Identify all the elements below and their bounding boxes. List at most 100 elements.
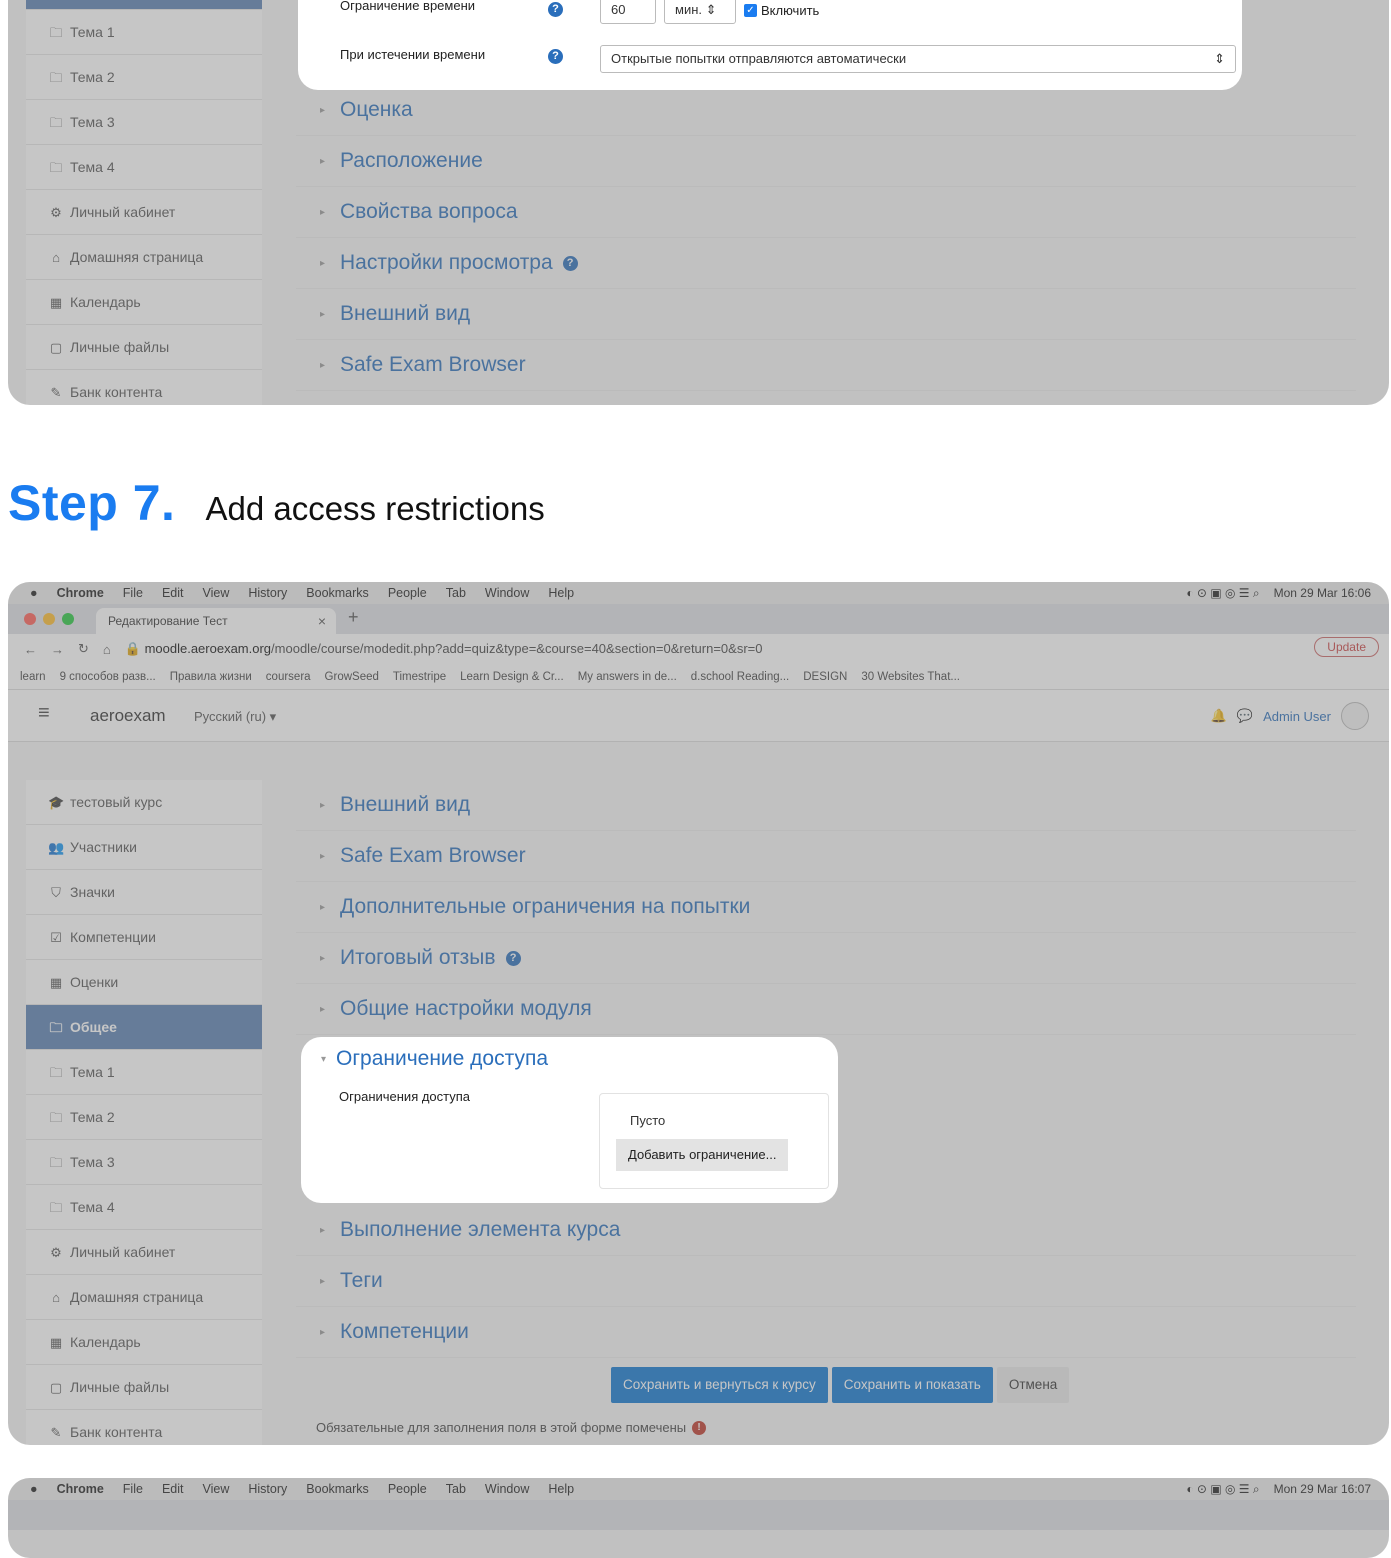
menu-item[interactable]: View bbox=[203, 586, 230, 600]
time-limit-input[interactable]: 60 bbox=[600, 0, 656, 24]
time-unit-select[interactable]: мин. ⇕ bbox=[664, 0, 736, 24]
chat-icon[interactable]: 💬 bbox=[1237, 708, 1253, 724]
menu-item[interactable]: Tab bbox=[446, 586, 466, 600]
sidebar-item[interactable]: ✎ Банк контента bbox=[26, 1410, 262, 1445]
sidebar-item[interactable]: 🗀 Тема 4 bbox=[26, 1185, 262, 1230]
new-tab-icon[interactable]: + bbox=[348, 607, 359, 628]
sidebar-item[interactable]: 🗀 Тема 3 bbox=[26, 1140, 262, 1185]
save-show-button[interactable]: Сохранить и показать bbox=[831, 1367, 993, 1403]
language-menu[interactable]: Русский (ru) ▾ bbox=[194, 709, 276, 725]
sidebar-item[interactable]: 🗀 Тема 4 bbox=[26, 145, 262, 190]
bookmark-item[interactable]: d.school Reading... bbox=[691, 671, 789, 683]
menu-item[interactable]: History bbox=[248, 586, 287, 600]
menu-item[interactable]: File bbox=[123, 586, 143, 600]
sidebar-item[interactable]: ▢ Личные файлы bbox=[26, 1365, 262, 1410]
sidebar-item[interactable]: ▢ Личные файлы bbox=[26, 325, 262, 370]
sidebar-item[interactable]: 🗀 Тема 1 bbox=[26, 1050, 262, 1095]
close-window-button[interactable] bbox=[24, 613, 36, 625]
forward-icon[interactable]: → bbox=[51, 642, 64, 657]
form-section-header[interactable]: ▸ Внешний вид bbox=[296, 780, 1356, 831]
access-restriction-title[interactable]: Ограничение доступа bbox=[336, 1047, 548, 1071]
help-icon[interactable]: ? bbox=[548, 49, 563, 64]
sidebar-item[interactable]: 🗀 Общее bbox=[26, 1005, 262, 1050]
sidebar-item[interactable]: ☑ Компетенции bbox=[26, 915, 262, 960]
reload-icon[interactable]: ↻ bbox=[78, 641, 89, 657]
sidebar-item[interactable]: ⚙ Личный кабинет bbox=[26, 1230, 262, 1275]
help-icon[interactable]: ? bbox=[505, 950, 521, 966]
help-icon[interactable]: ? bbox=[548, 2, 563, 17]
form-section-header[interactable]: ▸ Настройки просмотра? bbox=[296, 238, 1356, 289]
zoom-window-button[interactable] bbox=[62, 613, 74, 625]
form-section-header[interactable]: ▸ Оценка bbox=[296, 85, 1356, 136]
home-icon[interactable]: ⌂ bbox=[103, 642, 111, 657]
sidebar-item[interactable]: ✎ Банк контента bbox=[26, 370, 262, 405]
bookmark-item[interactable]: Learn Design & Cr... bbox=[460, 671, 564, 683]
bell-icon[interactable]: 🔔 bbox=[1211, 708, 1227, 724]
bookmark-item[interactable]: learn bbox=[20, 671, 46, 683]
sidebar-item[interactable]: 🗀 Тема 1 bbox=[26, 10, 262, 55]
form-section-header[interactable]: ▸ Свойства вопроса bbox=[296, 187, 1356, 238]
bookmark-item[interactable]: Timestripe bbox=[393, 671, 446, 683]
menu-item[interactable]: Chrome bbox=[57, 586, 104, 600]
form-section-header[interactable]: ▸ Safe Exam Browser bbox=[296, 340, 1356, 391]
save-return-button[interactable]: Сохранить и вернуться к курсу bbox=[611, 1367, 828, 1403]
form-section-header[interactable]: ▸ Safe Exam Browser bbox=[296, 831, 1356, 882]
update-button[interactable]: Update bbox=[1314, 637, 1379, 657]
bookmark-item[interactable]: My answers in de... bbox=[578, 671, 677, 683]
sidebar-item[interactable]: 🗀 Тема 2 bbox=[26, 55, 262, 100]
bookmark-item[interactable]: GrowSeed bbox=[325, 671, 379, 683]
menu-item[interactable]: Bookmarks bbox=[306, 586, 369, 600]
sidebar-item[interactable]: ▦ Календарь bbox=[26, 1320, 262, 1365]
form-section-header[interactable]: ▸ Расположение bbox=[296, 136, 1356, 187]
on-expire-select[interactable]: Открытые попытки отправляются автоматиче… bbox=[600, 45, 1236, 73]
menu-item[interactable]: Help bbox=[548, 586, 574, 600]
menu-item[interactable]: People bbox=[388, 1482, 427, 1496]
sidebar-item[interactable]: 🗀 Тема 3 bbox=[26, 100, 262, 145]
form-section-header[interactable]: ▸ Дополнительные ограничения на попытки bbox=[296, 882, 1356, 933]
menu-item[interactable]: Help bbox=[548, 1482, 574, 1496]
menu-item[interactable]: Window bbox=[485, 586, 529, 600]
menu-item[interactable]: Edit bbox=[162, 586, 184, 600]
menu-item[interactable]: Chrome bbox=[57, 1482, 104, 1496]
bookmark-item[interactable]: DESIGN bbox=[803, 671, 847, 683]
form-section-header[interactable]: ▸ Выполнение элемента курса bbox=[296, 1205, 1356, 1256]
expanded-caret-icon[interactable]: ▾ bbox=[321, 1054, 326, 1065]
menu-item[interactable]: History bbox=[248, 1482, 287, 1496]
bookmark-item[interactable]: Правила жизни bbox=[170, 671, 252, 683]
user-name[interactable]: Admin User bbox=[1263, 709, 1331, 724]
form-section-header[interactable]: ▸ Общие настройки модуля bbox=[296, 984, 1356, 1035]
menu-item[interactable]: Edit bbox=[162, 1482, 184, 1496]
site-brand[interactable]: aeroexam bbox=[90, 706, 166, 726]
enable-checkbox[interactable]: ✓ bbox=[744, 3, 757, 17]
sidebar-item[interactable]: ⌂ Домашняя страница bbox=[26, 235, 262, 280]
back-icon[interactable]: ← bbox=[24, 642, 37, 657]
sidebar-item[interactable]: ⚙ Личный кабинет bbox=[26, 190, 262, 235]
form-section-header[interactable]: ▸ Итоговый отзыв? bbox=[296, 933, 1356, 984]
menu-item[interactable]: Tab bbox=[446, 1482, 466, 1496]
sidebar-item[interactable]: 👥 Участники bbox=[26, 825, 262, 870]
apple-icon[interactable]: ● bbox=[30, 586, 38, 600]
sidebar-item[interactable]: ⛉ Значки bbox=[26, 870, 262, 915]
browser-tab[interactable]: Редактирование Тест × bbox=[96, 608, 336, 634]
form-section-header[interactable]: ▸ Теги bbox=[296, 1256, 1356, 1307]
close-tab-icon[interactable]: × bbox=[318, 608, 326, 634]
apple-icon[interactable]: ● bbox=[30, 1482, 38, 1496]
sidebar-item-active[interactable] bbox=[26, 0, 262, 10]
menu-item[interactable]: Window bbox=[485, 1482, 529, 1496]
form-section-header[interactable]: ▸ Внешний вид bbox=[296, 289, 1356, 340]
menu-toggle-icon[interactable]: ≡ bbox=[38, 702, 50, 725]
menu-item[interactable]: File bbox=[123, 1482, 143, 1496]
sidebar-item[interactable]: 🗀 Тема 2 bbox=[26, 1095, 262, 1140]
bookmark-item[interactable]: 30 Websites That... bbox=[861, 671, 960, 683]
cancel-button[interactable]: Отмена bbox=[996, 1367, 1070, 1403]
menu-item[interactable]: People bbox=[388, 586, 427, 600]
bookmark-item[interactable]: 9 способов разв... bbox=[60, 671, 156, 683]
form-section-header[interactable]: ▸ Компетенции bbox=[296, 1307, 1356, 1358]
help-icon[interactable]: ? bbox=[562, 255, 578, 271]
menu-item[interactable]: View bbox=[203, 1482, 230, 1496]
sidebar-item[interactable]: ▦ Календарь bbox=[26, 280, 262, 325]
minimize-window-button[interactable] bbox=[43, 613, 55, 625]
sidebar-item[interactable]: ▦ Оценки bbox=[26, 960, 262, 1005]
sidebar-item[interactable]: 🎓 тестовый курс bbox=[26, 780, 262, 825]
url-field[interactable]: 🔒 moodle.aeroexam.org/moodle/course/mode… bbox=[125, 641, 763, 657]
